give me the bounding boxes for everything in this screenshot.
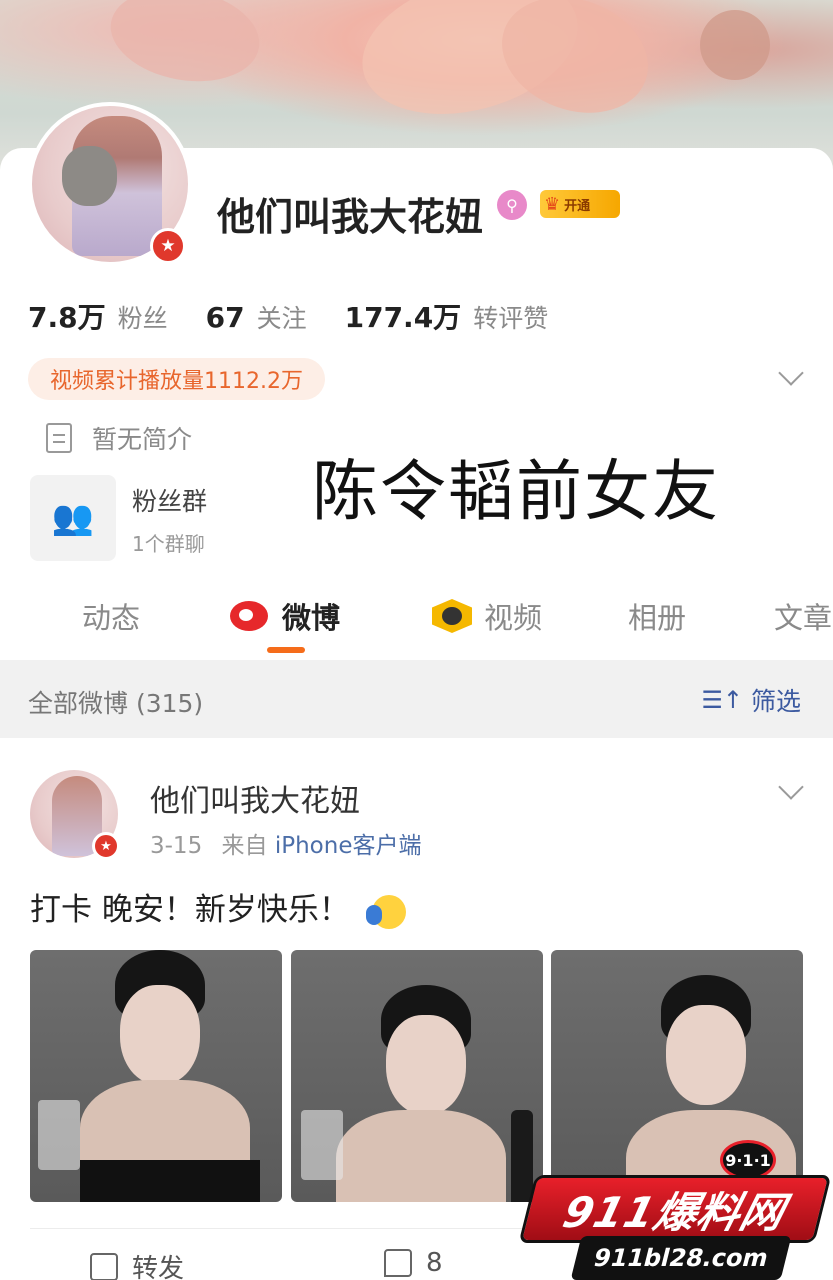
share-icon <box>90 1252 118 1280</box>
overlay-caption: 陈令韬前女友 <box>312 453 720 530</box>
tab-video[interactable]: 视频 <box>432 595 542 637</box>
photo-subject-body <box>336 1110 506 1202</box>
watermark-logo: 9·1·1 911爆料网 911bl28.com <box>522 1140 828 1280</box>
crown-icon: ♛ <box>544 193 561 215</box>
watermark-brand: 911爆料网 <box>522 1178 828 1240</box>
filter-bar: 全部微博 (315) ☰↑ 筛选 <box>0 660 833 738</box>
profile-name: 他们叫我大花妞 <box>217 195 484 239</box>
tab-label: 动态 <box>82 601 141 635</box>
interactions-label: 转评赞 <box>473 304 549 333</box>
fan-group-title[interactable]: 粉丝群 <box>132 482 207 518</box>
post-photo-1[interactable] <box>30 950 282 1202</box>
followers-count[interactable]: 7.8万 <box>28 296 106 336</box>
verified-badge-icon: ★ <box>92 832 120 860</box>
video-plays-badge[interactable]: 视频累计播放量1112.2万 <box>28 358 325 400</box>
photo-subject-dress <box>80 1160 260 1202</box>
post-photo-2[interactable] <box>291 950 543 1202</box>
bio-row: 暂无简介 <box>46 420 192 456</box>
comment-icon <box>384 1249 412 1277</box>
vip-label: 开通 <box>564 198 591 214</box>
weibo-icon <box>230 601 268 631</box>
repost-label: 转发 <box>132 1254 185 1280</box>
active-tab-indicator <box>267 647 305 653</box>
document-icon <box>46 423 72 453</box>
vip-open-button[interactable]: ♛ 开通 <box>540 190 620 218</box>
bio-text: 暂无简介 <box>92 425 193 454</box>
saluting-emoji-icon <box>365 894 406 929</box>
cover-petal <box>485 0 665 133</box>
following-label[interactable]: 关注 <box>257 299 307 335</box>
tab-album[interactable]: 相册 <box>628 595 686 637</box>
cover-bud <box>700 10 770 80</box>
tab-label: 微博 <box>282 601 341 635</box>
search-badge-icon[interactable]: ⚲ <box>497 190 527 220</box>
photo-subject-face <box>666 1005 746 1105</box>
repost-button[interactable]: 转发 <box>90 1248 184 1280</box>
post-text: 打卡 晚安！新岁快乐！ <box>30 884 406 929</box>
followers-label[interactable]: 粉丝 <box>118 299 168 335</box>
photo-subject-face <box>386 1015 466 1115</box>
interactions-count: 177.4万 <box>344 301 462 334</box>
fan-group-subtitle: 1个群聊 <box>132 532 205 556</box>
cover-petal <box>103 0 267 93</box>
post-date: 3-15 <box>150 833 203 859</box>
photo-candle-glass <box>38 1100 80 1170</box>
post-meta: 3-15 来自 iPhone客户端 <box>150 826 421 860</box>
filter-button-label: 筛选 <box>750 687 801 716</box>
video-icon <box>432 599 472 633</box>
fan-group-icon[interactable]: 👥 <box>30 475 116 561</box>
filter-button[interactable]: ☰↑ 筛选 <box>701 682 801 718</box>
post-source[interactable]: iPhone客户端 <box>275 833 422 859</box>
tab-articles[interactable]: 文章 <box>774 595 832 637</box>
profile-stats: 7.8万 粉丝 67 关注 177.4万 转评赞 <box>28 296 586 336</box>
tab-label: 相册 <box>628 601 687 635</box>
post-author-name[interactable]: 他们叫我大花妞 <box>150 776 360 820</box>
profile-tabs: 动态 微博 视频 相册 文章 <box>0 585 833 655</box>
tab-label: 视频 <box>484 601 543 635</box>
watermark-badge: 9·1·1 <box>720 1140 776 1180</box>
comment-button[interactable]: 8 <box>384 1248 443 1278</box>
comment-count: 8 <box>426 1248 443 1278</box>
tab-label: 文章 <box>774 601 833 635</box>
following-count[interactable]: 67 <box>206 301 245 334</box>
tab-dynamic[interactable]: 动态 <box>82 595 140 637</box>
post-text-content: 打卡 晚安！新岁快乐！ <box>30 892 350 928</box>
photo-subject-face <box>120 985 200 1085</box>
all-weibo-count[interactable]: 全部微博 (315) <box>28 684 203 720</box>
post-from-prefix: 来自 <box>221 833 268 859</box>
tab-weibo[interactable]: 微博 <box>230 595 340 637</box>
watermark-url: 911bl28.com <box>570 1236 792 1280</box>
verified-badge-icon: ★ <box>150 228 186 264</box>
avatar-cat <box>62 146 117 206</box>
sort-filter-icon: ☰↑ <box>701 686 743 714</box>
photo-candle-glass <box>301 1110 343 1180</box>
